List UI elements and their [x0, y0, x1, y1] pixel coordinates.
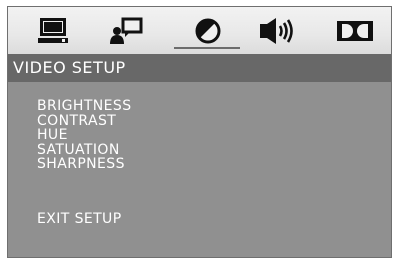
menu-item-hue[interactable]: HUE: [37, 128, 131, 143]
menu-item-saturation[interactable]: SATUATION: [37, 142, 131, 158]
setup-tab-bar: [8, 7, 391, 54]
osd-setup-menu: VIDEO SETUP BRIGHTNESS CONTRAST HUE SATU…: [7, 6, 392, 258]
language-setup-icon[interactable]: [106, 14, 146, 48]
video-setup-menu: BRIGHTNESS CONTRAST HUE SATUATION SHARPN…: [37, 99, 131, 172]
system-setup-icon[interactable]: [34, 14, 74, 48]
dolby-digital-icon[interactable]: [334, 14, 376, 48]
menu-item-sharpness[interactable]: SHARPNESS: [37, 157, 131, 172]
audio-setup-icon[interactable]: [254, 14, 300, 48]
page-title: VIDEO SETUP: [8, 54, 391, 82]
selected-tab-indicator: [174, 47, 240, 49]
video-setup-icon[interactable]: [188, 14, 228, 48]
menu-item-contrast[interactable]: CONTRAST: [37, 113, 131, 129]
menu-item-brightness[interactable]: BRIGHTNESS: [37, 99, 131, 114]
exit-setup-item[interactable]: EXIT SETUP: [37, 211, 122, 227]
